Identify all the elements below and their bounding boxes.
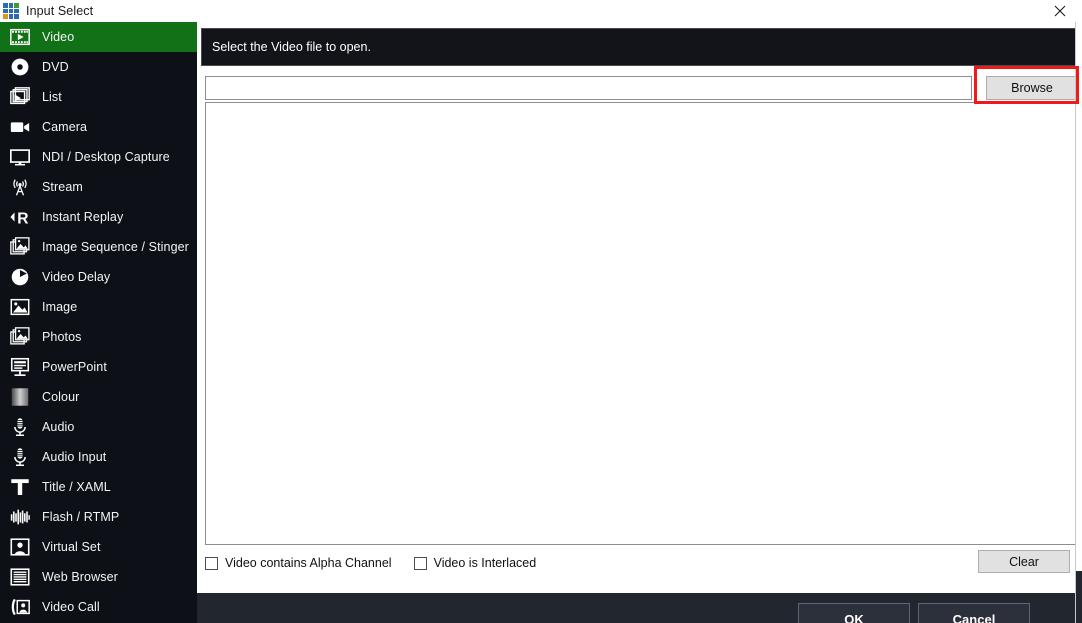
sidebar-item-label: DVD xyxy=(42,60,69,74)
film-strip-icon xyxy=(6,25,34,49)
checkbox-box[interactable] xyxy=(413,556,427,570)
colour-gradient-icon xyxy=(6,385,34,409)
photos-icon xyxy=(6,325,34,349)
microphone-input-icon xyxy=(6,445,34,469)
stacked-image-icon xyxy=(6,235,34,259)
broadcast-tower-icon xyxy=(6,175,34,199)
sidebar-item-label: Virtual Set xyxy=(42,540,101,554)
grid-squares-icon xyxy=(3,3,19,19)
sidebar-item-video[interactable]: Video xyxy=(0,22,197,52)
browse-button[interactable]: Browse xyxy=(986,76,1078,100)
disc-icon xyxy=(6,55,34,79)
sidebar-item-ndi-desktop-capture[interactable]: NDI / Desktop Capture xyxy=(0,142,197,172)
checkbox-box[interactable] xyxy=(205,556,218,570)
svg-text:R: R xyxy=(17,210,28,227)
image-icon xyxy=(6,295,34,319)
alpha-channel-checkbox[interactable]: Video contains Alpha Channel xyxy=(205,556,392,570)
microphone-icon xyxy=(6,415,34,439)
sidebar-item-photos[interactable]: Photos xyxy=(0,322,197,352)
file-path-row: Browse xyxy=(205,76,1078,100)
waveform-icon xyxy=(6,505,34,529)
sidebar-item-label: NDI / Desktop Capture xyxy=(42,150,170,164)
sidebar-item-label: Stream xyxy=(42,180,83,194)
input-select-dialog: Input Select Video DVD List Camera NDI / Des… xyxy=(0,0,1082,623)
sidebar-item-label: Video xyxy=(42,30,75,44)
sidebar-item-label: List xyxy=(42,90,62,104)
sidebar-item-label: Video Call xyxy=(42,600,100,614)
cancel-button[interactable]: Cancel xyxy=(918,603,1030,623)
sidebar-item-list[interactable]: List xyxy=(0,82,197,112)
instruction-banner: Select the Video file to open. xyxy=(201,28,1076,66)
video-options-row: Video contains Alpha Channel Video is In… xyxy=(205,550,1078,576)
interlaced-checkbox[interactable]: Video is Interlaced xyxy=(413,556,537,570)
ok-button[interactable]: OK xyxy=(798,603,910,623)
sidebar-item-stream[interactable]: Stream xyxy=(0,172,197,202)
sidebar-item-web-browser[interactable]: Web Browser xyxy=(0,562,197,592)
sidebar-item-title-xaml[interactable]: Title / XAML xyxy=(0,472,197,502)
file-list-box[interactable] xyxy=(205,102,1078,545)
web-page-icon xyxy=(6,565,34,589)
sidebar-item-camera[interactable]: Camera xyxy=(0,112,197,142)
replay-r-icon: R xyxy=(6,205,34,229)
presentation-icon xyxy=(6,355,34,379)
sidebar-item-virtual-set[interactable]: Virtual Set xyxy=(0,532,197,562)
sidebar-item-label: Instant Replay xyxy=(42,210,124,224)
file-path-input[interactable] xyxy=(205,76,972,100)
sidebar-item-image[interactable]: Image xyxy=(0,292,197,322)
close-icon[interactable] xyxy=(1038,0,1082,22)
sidebar-item-powerpoint[interactable]: PowerPoint xyxy=(0,352,197,382)
clock-icon xyxy=(6,265,34,289)
video-camera-icon xyxy=(6,115,34,139)
sidebar-item-label: Flash / RTMP xyxy=(42,510,120,524)
instruction-text: Select the Video file to open. xyxy=(212,40,371,54)
sidebar-item-label: Colour xyxy=(42,390,80,404)
interlaced-label: Video is Interlaced xyxy=(433,556,537,570)
sidebar-item-label: Audio Input xyxy=(42,450,107,464)
main-pane: Select the Video file to open. Browse Vi… xyxy=(197,22,1082,623)
sidebar-item-label: Web Browser xyxy=(42,570,118,584)
sidebar-item-label: Video Delay xyxy=(42,270,111,284)
alpha-channel-label: Video contains Alpha Channel xyxy=(225,556,392,570)
stacked-play-icon xyxy=(6,85,34,109)
sidebar-item-label: Camera xyxy=(42,120,88,134)
sidebar-item-label: PowerPoint xyxy=(42,360,107,374)
sidebar-item-dvd[interactable]: DVD xyxy=(0,52,197,82)
sidebar-item-label: Audio xyxy=(42,420,75,434)
sidebar-item-instant-replay[interactable]: R Instant Replay xyxy=(0,202,197,232)
sidebar-item-image-sequence-stinger[interactable]: Image Sequence / Stinger xyxy=(0,232,197,262)
clear-button[interactable]: Clear xyxy=(978,550,1070,573)
source-type-sidebar[interactable]: Video DVD List Camera NDI / Desktop Capture S… xyxy=(0,22,197,623)
sidebar-item-label: Image Sequence / Stinger xyxy=(42,240,189,254)
sidebar-item-video-delay[interactable]: Video Delay xyxy=(0,262,197,292)
right-edge-strip xyxy=(1075,22,1082,623)
monitor-icon xyxy=(6,145,34,169)
sidebar-item-audio[interactable]: Audio xyxy=(0,412,197,442)
sidebar-item-video-call[interactable]: Video Call xyxy=(0,592,197,622)
video-call-icon xyxy=(6,595,34,619)
sidebar-item-label: Photos xyxy=(42,330,82,344)
dialog-footer: OK Cancel xyxy=(197,593,1082,623)
window-title: Input Select xyxy=(26,4,94,18)
sidebar-item-label: Title / XAML xyxy=(42,480,111,494)
sidebar-item-colour[interactable]: Colour xyxy=(0,382,197,412)
sidebar-item-label: Image xyxy=(42,300,78,314)
right-edge-footer xyxy=(1076,571,1082,623)
text-t-icon xyxy=(6,475,34,499)
sidebar-item-audio-input[interactable]: Audio Input xyxy=(0,442,197,472)
person-frame-icon xyxy=(6,535,34,559)
sidebar-item-flash-rtmp[interactable]: Flash / RTMP xyxy=(0,502,197,532)
title-bar: Input Select xyxy=(0,0,1082,22)
